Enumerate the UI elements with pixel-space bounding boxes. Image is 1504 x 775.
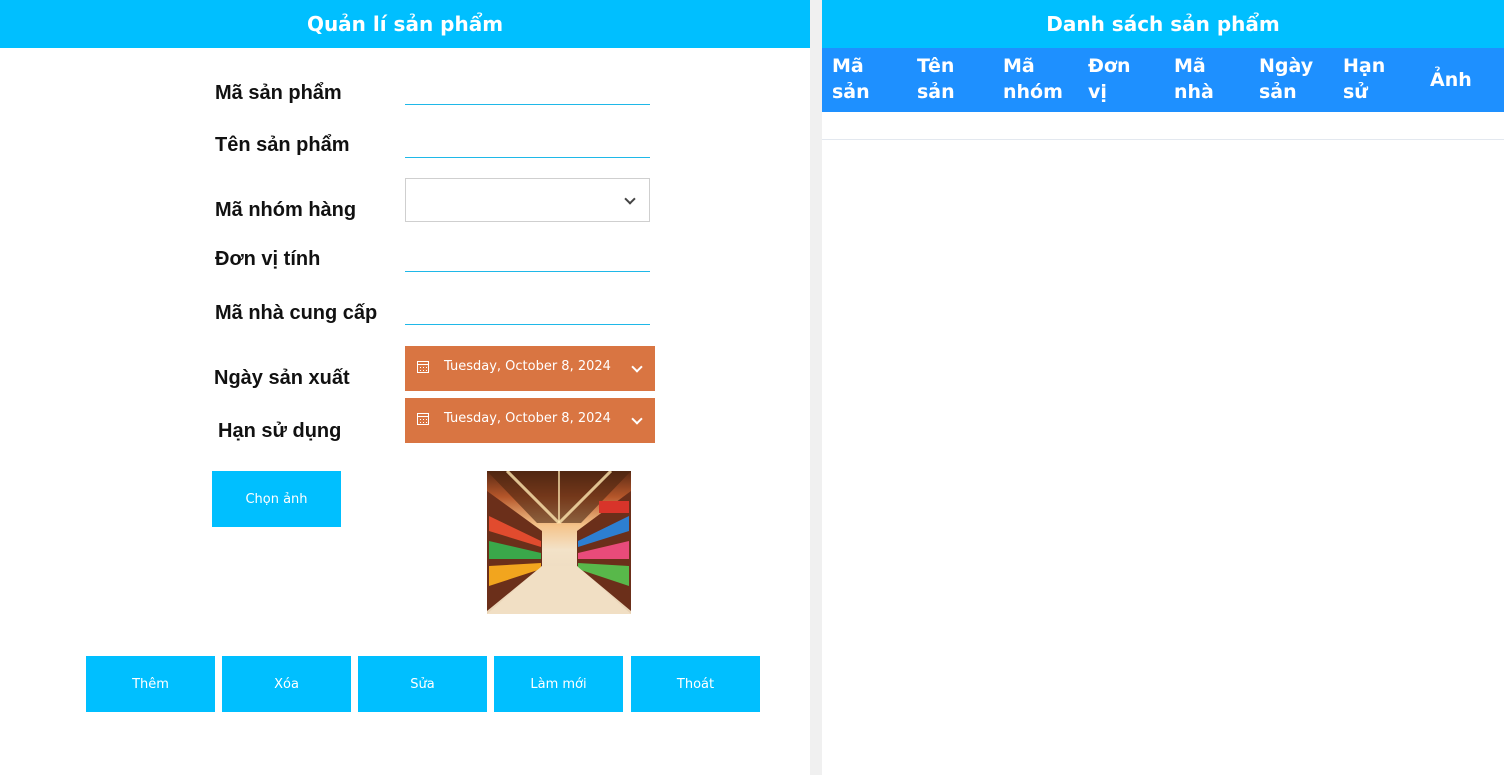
- column-header-image[interactable]: Ảnh: [1430, 67, 1472, 93]
- exit-button[interactable]: Thoát: [631, 656, 760, 712]
- chevron-down-icon: [631, 361, 643, 373]
- add-button[interactable]: Thêm: [86, 656, 215, 712]
- column-header-product-id[interactable]: Mã sản: [832, 53, 870, 105]
- manufacture-date-value: Tuesday, October 8, 2024: [444, 359, 611, 374]
- column-header-expiry-date[interactable]: Hạn sử: [1343, 53, 1385, 105]
- calendar-icon: [417, 361, 429, 373]
- supplier-id-input[interactable]: [405, 302, 650, 325]
- refresh-button[interactable]: Làm mới: [494, 656, 623, 712]
- list-title: Danh sách sản phẩm: [822, 0, 1504, 48]
- product-table-header: Mã sản Tên sản Mã nhóm Đơn vị Mã nhà Ngà…: [822, 48, 1504, 112]
- unit-input[interactable]: [405, 249, 650, 272]
- manufacture-date-picker[interactable]: Tuesday, October 8, 2024: [405, 346, 655, 391]
- edit-button[interactable]: Sửa: [358, 656, 487, 712]
- product-form-panel: Quản lí sản phẩm Mã sản phẩm Tên sản phẩ…: [0, 0, 810, 775]
- product-name-label: Tên sản phẩm: [215, 134, 350, 156]
- expiry-date-label: Hạn sử dụng: [218, 420, 342, 442]
- manufacture-date-label: Ngày sản xuất: [214, 367, 350, 389]
- form-title: Quản lí sản phẩm: [0, 0, 810, 48]
- table-empty-row: [822, 112, 1504, 140]
- product-image: [487, 471, 631, 614]
- unit-label: Đơn vị tính: [215, 248, 321, 270]
- choose-image-button[interactable]: Chọn ảnh: [212, 471, 341, 527]
- column-header-unit[interactable]: Đơn vị: [1088, 53, 1131, 105]
- expiry-date-picker[interactable]: Tuesday, October 8, 2024: [405, 398, 655, 443]
- group-id-select[interactable]: [405, 178, 650, 222]
- chevron-down-icon: [631, 413, 643, 425]
- product-name-input[interactable]: [405, 135, 650, 158]
- column-header-supplier-id[interactable]: Mã nhà: [1174, 53, 1214, 105]
- product-id-label: Mã sản phẩm: [215, 82, 342, 104]
- group-id-label: Mã nhóm hàng: [215, 199, 357, 221]
- supplier-id-label: Mã nhà cung cấp: [215, 302, 378, 324]
- supermarket-aisle-picture: [487, 471, 631, 614]
- delete-button[interactable]: Xóa: [222, 656, 351, 712]
- product-list-panel: Danh sách sản phẩm Mã sản Tên sản Mã nhó…: [822, 0, 1504, 775]
- chevron-down-icon: [624, 193, 636, 205]
- expiry-date-value: Tuesday, October 8, 2024: [444, 411, 611, 426]
- column-header-group-id[interactable]: Mã nhóm: [1003, 53, 1063, 105]
- column-header-product-name[interactable]: Tên sản: [917, 53, 955, 105]
- product-id-input[interactable]: [405, 82, 650, 105]
- calendar-icon: [417, 413, 429, 425]
- column-header-manufacture-date[interactable]: Ngày sản: [1259, 53, 1313, 105]
